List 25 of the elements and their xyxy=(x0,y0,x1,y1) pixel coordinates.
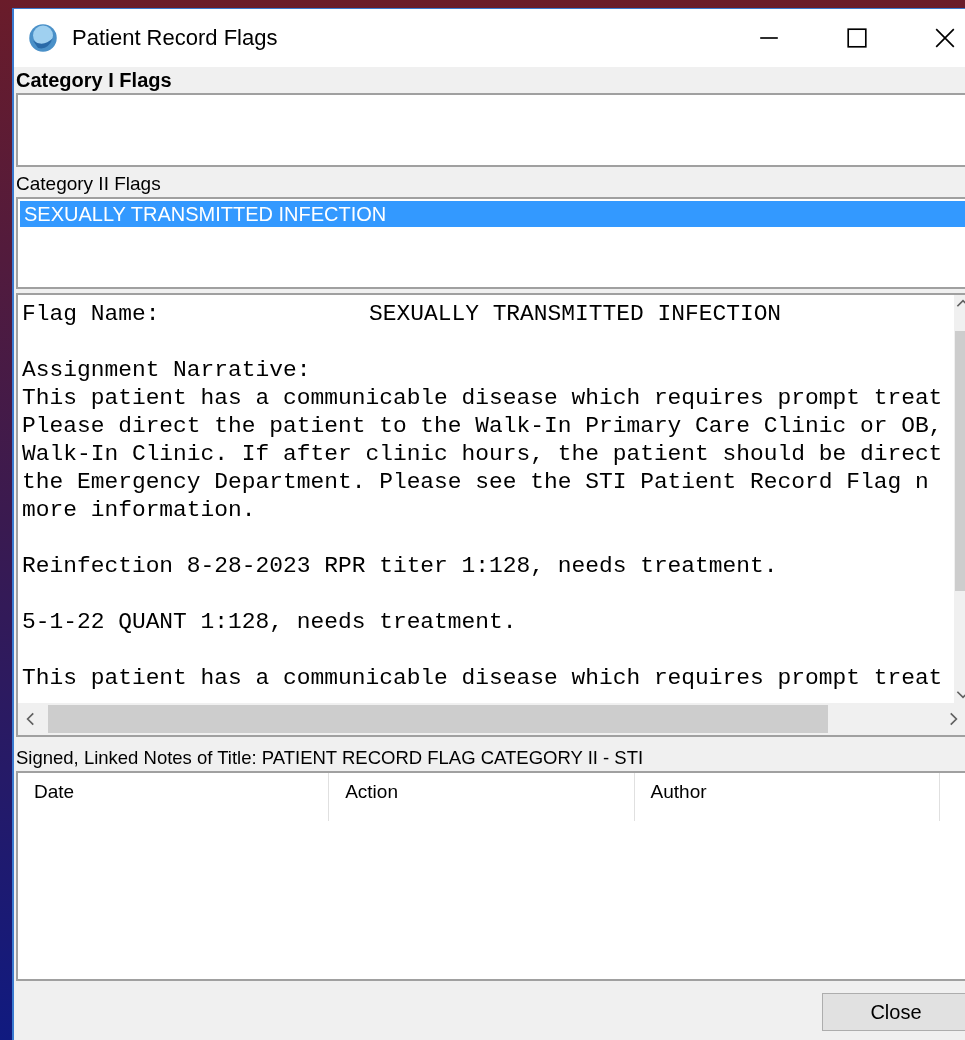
flag-list[interactable] xyxy=(16,93,965,167)
horizontal-scrollbar[interactable] xyxy=(18,703,965,735)
field-value: SEXUALLY TRANSMITTED INFECTION xyxy=(369,300,782,328)
scroll-thumb[interactable] xyxy=(48,705,828,733)
field-label: Assignment Narrative: xyxy=(22,356,311,384)
column-header[interactable]: Date xyxy=(18,773,330,821)
section-label: Category I Flags xyxy=(15,68,172,93)
close-button[interactable]: Close xyxy=(822,993,965,1031)
column-header[interactable]: Action xyxy=(329,773,635,821)
text-line: This patient has a communicable disease which requires prompt treat xyxy=(22,384,943,412)
section-label: Signed, Linked Notes of Title: PATIENT RECORD FLAG CATEGORY II - STI xyxy=(15,746,644,770)
text-line: the Emergency Department. Please see the STI Patient Record Flag n xyxy=(22,468,929,496)
close-icon[interactable] xyxy=(934,27,956,49)
text-line: Please direct the patient to the Walk-In Primary Care Clinic or OB, xyxy=(22,412,943,440)
field-label: Flag Name: xyxy=(22,300,161,328)
text-line: 5-1-22 QUANT 1:128, needs treatment. xyxy=(22,608,517,636)
window-title: Patient Record Flags xyxy=(72,25,278,51)
section-label: Category II Flags xyxy=(15,172,161,196)
text-line: Reinfection 8-28-2023 RPR titer 1:128, needs treatment. xyxy=(22,552,778,580)
text-line: Walk-In Clinic. If after clinic hours, the patient should be direct xyxy=(22,440,943,468)
app-icon xyxy=(28,23,58,53)
text-line: This patient has a communicable disease which requires prompt treat xyxy=(22,664,943,692)
column-header[interactable]: Author xyxy=(634,773,940,821)
text-line: more information. xyxy=(22,496,256,524)
maximize-icon[interactable] xyxy=(846,27,868,49)
